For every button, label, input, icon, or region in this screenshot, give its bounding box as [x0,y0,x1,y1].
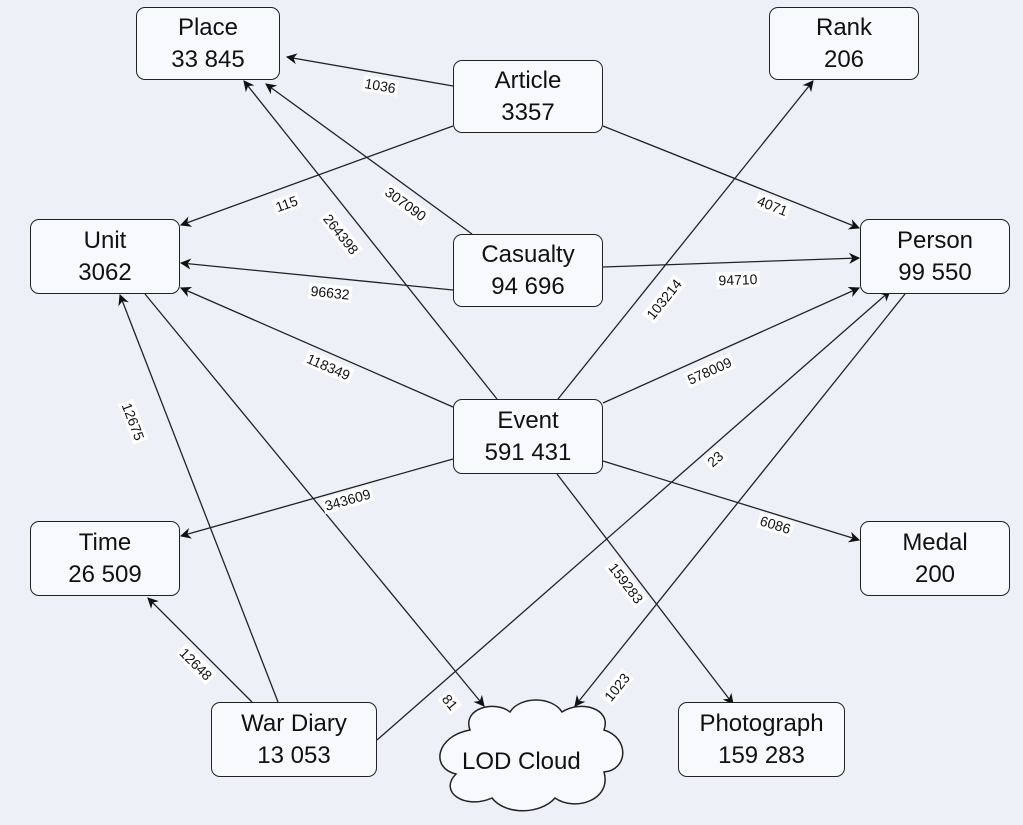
edge-label: 578009 [685,354,734,388]
edge-label: 96632 [310,283,351,303]
edge-wardiary-to-unit [118,293,279,703]
edge-label: 94710 [718,271,758,288]
node-article[interactable]: Article 3357 [453,60,603,133]
node-name: Medal [902,528,968,556]
node-person[interactable]: Person 99 550 [860,219,1010,294]
edge-wardiary-to-person [376,290,891,741]
edge-label: 343609 [323,486,373,514]
node-count: 99 550 [898,258,972,286]
node-count: 26 509 [68,560,142,588]
edge-event-to-medal [602,460,861,543]
node-rank[interactable]: Rank 206 [769,7,919,80]
edge-label: 103214 [643,276,685,323]
edge-label: 6086 [758,513,793,538]
edge-label: 81 [439,691,461,713]
node-count: 3062 [78,258,132,286]
edge-event-to-photograph [556,473,734,705]
edge-article-to-person [602,125,861,230]
node-lod-cloud-label: LOD Cloud [462,748,581,775]
edge-event-to-unit [179,286,454,408]
node-count: 94 696 [491,272,565,300]
edge-label: 264398 [320,211,362,258]
node-place[interactable]: Place 33 845 [136,7,280,80]
node-count: 591 431 [484,438,572,466]
node-name: Photograph [699,709,824,737]
edge-label: 12648 [176,645,215,684]
node-name: Article [494,66,562,94]
edge-label: 118349 [304,350,352,383]
edge-casualty-to-place [265,83,473,235]
edge-event-to-person [602,287,861,404]
node-time[interactable]: Time 26 509 [30,521,180,596]
edge-label: 307090 [382,184,429,225]
node-count: 159 283 [718,741,805,769]
node-casualty[interactable]: Casualty 94 696 [453,234,603,307]
node-name: Time [78,528,132,556]
node-event[interactable]: Event 591 431 [453,399,603,474]
node-name: Event [497,406,559,434]
node-count: 200 [914,560,956,588]
node-count: 33 845 [171,45,245,73]
node-name: Person [896,226,974,254]
edge-label: 12675 [119,400,148,442]
edge-label: 1036 [364,75,398,96]
node-name: Place [177,13,239,41]
edge-wardiary-to-time [147,597,253,703]
node-count: 206 [823,45,865,73]
edge-event-to-time [179,458,454,539]
edge-label: 4071 [755,193,790,219]
node-photograph[interactable]: Photograph 159 283 [678,702,845,777]
node-name: Casualty [481,240,575,268]
node-medal[interactable]: Medal 200 [860,521,1010,596]
edge-person-to-lod [574,293,906,707]
node-count: 13 053 [257,741,331,769]
node-name: War Diary [241,709,347,737]
edge-casualty-to-person [602,252,861,268]
node-name: Rank [815,13,873,41]
node-count: 3357 [501,98,555,126]
node-unit[interactable]: Unit 3062 [30,219,180,294]
node-wardiary[interactable]: War Diary 13 053 [211,702,377,777]
node-name: Unit [83,226,127,254]
